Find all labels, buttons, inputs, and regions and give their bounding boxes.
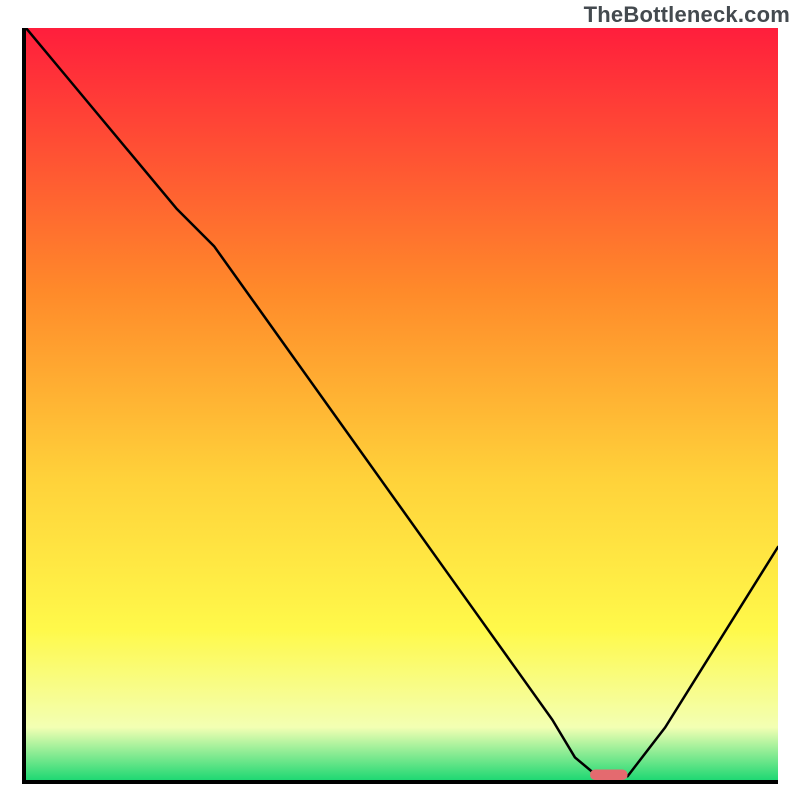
plot-area [26,28,778,780]
chart-svg [26,28,778,780]
watermark-text: TheBottleneck.com [584,2,790,28]
gradient-background [26,28,778,780]
chart-root: TheBottleneck.com [0,0,800,800]
plot-frame [22,28,778,784]
optimal-range-marker [590,769,628,780]
